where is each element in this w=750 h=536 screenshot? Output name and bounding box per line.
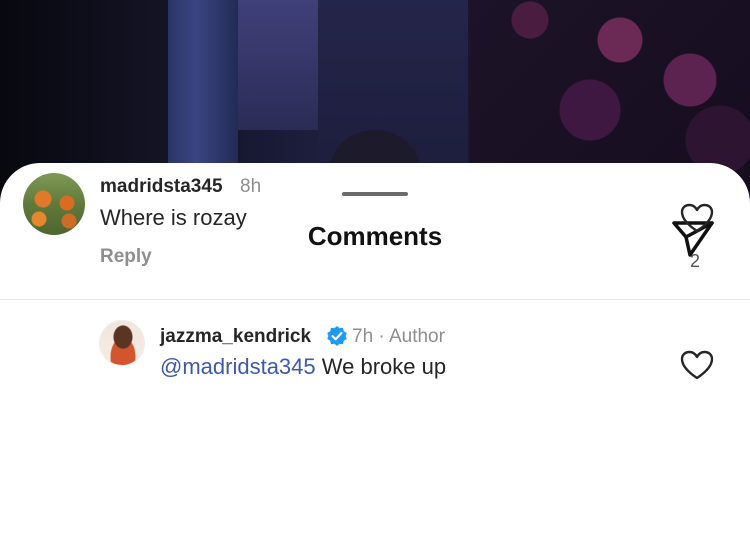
comment-username[interactable]: madridsta345 [100,176,223,198]
like-count: 2 [690,251,701,271]
reply-button[interactable]: Reply [100,246,152,268]
header-divider [0,299,750,300]
verified-badge-icon [327,326,347,346]
comment-time: 8h [240,176,262,197]
avatar[interactable] [23,173,85,235]
comment-text: @madridsta345 We broke up [160,354,446,380]
photo-door [238,0,318,130]
heart-icon[interactable] [680,350,714,380]
comment-text: Where is rozay [100,205,247,230]
mention-link[interactable]: @madridsta345 [160,354,316,379]
drag-handle[interactable] [342,192,408,196]
comment-body: We broke up [315,354,447,379]
comment-username[interactable]: jazzma_kendrick [160,326,311,348]
heart-icon[interactable] [680,203,714,233]
avatar[interactable] [99,320,145,366]
comment-time: 7h · Author [352,326,445,347]
